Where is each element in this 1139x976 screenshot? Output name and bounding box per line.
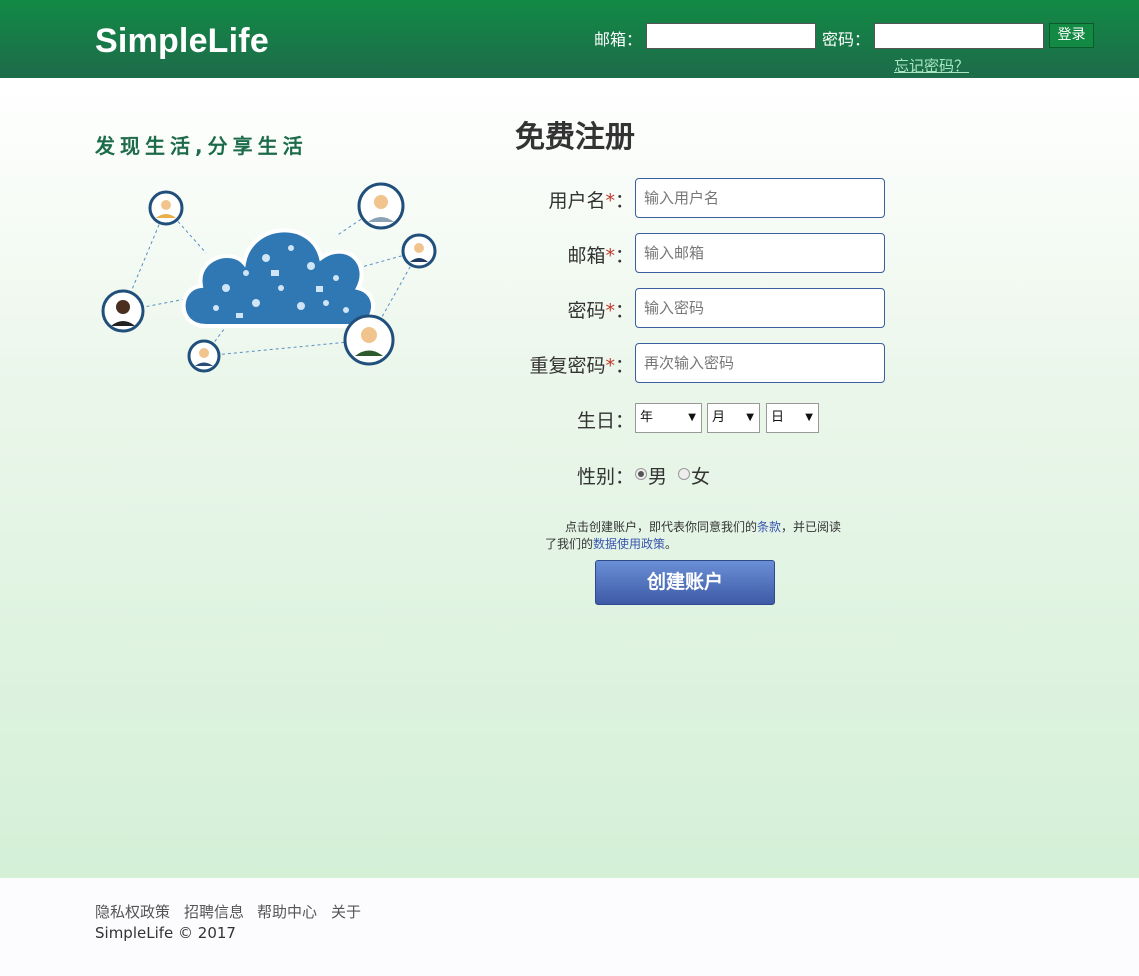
- birth-month-value: 月: [712, 410, 726, 425]
- username-label: 用户名*：: [548, 186, 634, 213]
- avatar-icon: [148, 190, 184, 226]
- social-cloud-illustration: [101, 182, 437, 373]
- birth-year-value: 年: [640, 410, 654, 425]
- colon: ：: [614, 245, 634, 267]
- terms-part1: 点击创建账户，即代表你同意我们的: [565, 520, 758, 534]
- colon: ：: [614, 300, 634, 322]
- email-input[interactable]: 输入邮箱: [635, 233, 885, 273]
- login-password-label: 密码：: [822, 30, 871, 49]
- footer-link-privacy[interactable]: 隐私权政策: [95, 901, 170, 922]
- brand-logo[interactable]: SimpleLife: [95, 22, 269, 61]
- gender-female-label[interactable]: 女: [691, 462, 710, 489]
- birth-day-select[interactable]: 日 ▼: [766, 403, 819, 433]
- footer-link-help[interactable]: 帮助中心: [257, 901, 317, 922]
- login-password-input[interactable]: [874, 23, 1044, 49]
- required-mark: *: [605, 190, 615, 212]
- dropdown-arrow-icon: ▼: [746, 412, 754, 423]
- avatar-icon: [187, 339, 221, 373]
- colon: ：: [614, 355, 634, 377]
- create-account-button[interactable]: 创建账户: [595, 560, 775, 605]
- copyright: SimpleLife © 2017: [95, 924, 236, 942]
- avatar-icon: [101, 289, 145, 333]
- avatar-icon: [401, 233, 437, 269]
- required-mark: *: [605, 355, 615, 377]
- required-mark: *: [605, 245, 615, 267]
- terms-text: 点击创建账户，即代表你同意我们的条款，并已阅读了我们的数据使用政策。: [545, 519, 845, 553]
- terms-link[interactable]: 条款: [757, 520, 781, 534]
- birth-month-select[interactable]: 月 ▼: [707, 403, 760, 433]
- footer: 隐私权政策 招聘信息 帮助中心 关于 SimpleLife © 2017: [0, 878, 1139, 976]
- dropdown-arrow-icon: ▼: [805, 412, 813, 423]
- colon: ：: [614, 190, 634, 212]
- birth-day-value: 日: [771, 410, 785, 425]
- gender-male-radio[interactable]: [635, 468, 647, 480]
- footer-link-about[interactable]: 关于: [331, 901, 361, 922]
- terms-part3: 。: [665, 537, 678, 551]
- main-area: 发现生活,分享生活 免费注册 用户名*： 输入用户名 邮箱*： 输入邮箱 密码*…: [0, 78, 1139, 878]
- password-label-text: 密码: [567, 300, 606, 322]
- gender-male-label[interactable]: 男: [648, 462, 667, 489]
- footer-link-jobs[interactable]: 招聘信息: [184, 901, 244, 922]
- required-mark: *: [605, 300, 615, 322]
- password-input[interactable]: 输入密码: [635, 288, 885, 328]
- register-title: 免费注册: [515, 120, 635, 155]
- birth-year-select[interactable]: 年 ▼: [635, 403, 702, 433]
- confirm-password-label-text: 重复密码: [529, 355, 606, 377]
- avatar-icon: [357, 182, 405, 230]
- dropdown-arrow-icon: ▼: [688, 412, 696, 423]
- confirm-password-label: 重复密码*：: [529, 351, 634, 378]
- slogan: 发现生活,分享生活: [95, 134, 308, 158]
- data-policy-link[interactable]: 数据使用政策: [593, 537, 665, 551]
- top-header: SimpleLife 邮箱： 密码： 登录 忘记密码？: [0, 0, 1139, 78]
- confirm-password-input[interactable]: 再次输入密码: [635, 343, 885, 383]
- username-input[interactable]: 输入用户名: [635, 178, 885, 218]
- username-label-text: 用户名: [548, 190, 606, 212]
- gender-female-radio[interactable]: [678, 468, 690, 480]
- login-button[interactable]: 登录: [1049, 23, 1094, 48]
- email-label: 邮箱*：: [567, 241, 634, 268]
- gender-label: 性别：: [576, 466, 634, 488]
- avatar-icon: [343, 314, 395, 366]
- cloud-icon: [181, 228, 376, 328]
- forgot-password-link[interactable]: 忘记密码？: [894, 55, 969, 76]
- password-label: 密码*：: [567, 296, 634, 323]
- email-label-text: 邮箱: [567, 245, 606, 267]
- login-email-label: 邮箱：: [594, 30, 643, 49]
- birthday-label: 生日：: [576, 410, 634, 432]
- login-email-input[interactable]: [646, 23, 816, 49]
